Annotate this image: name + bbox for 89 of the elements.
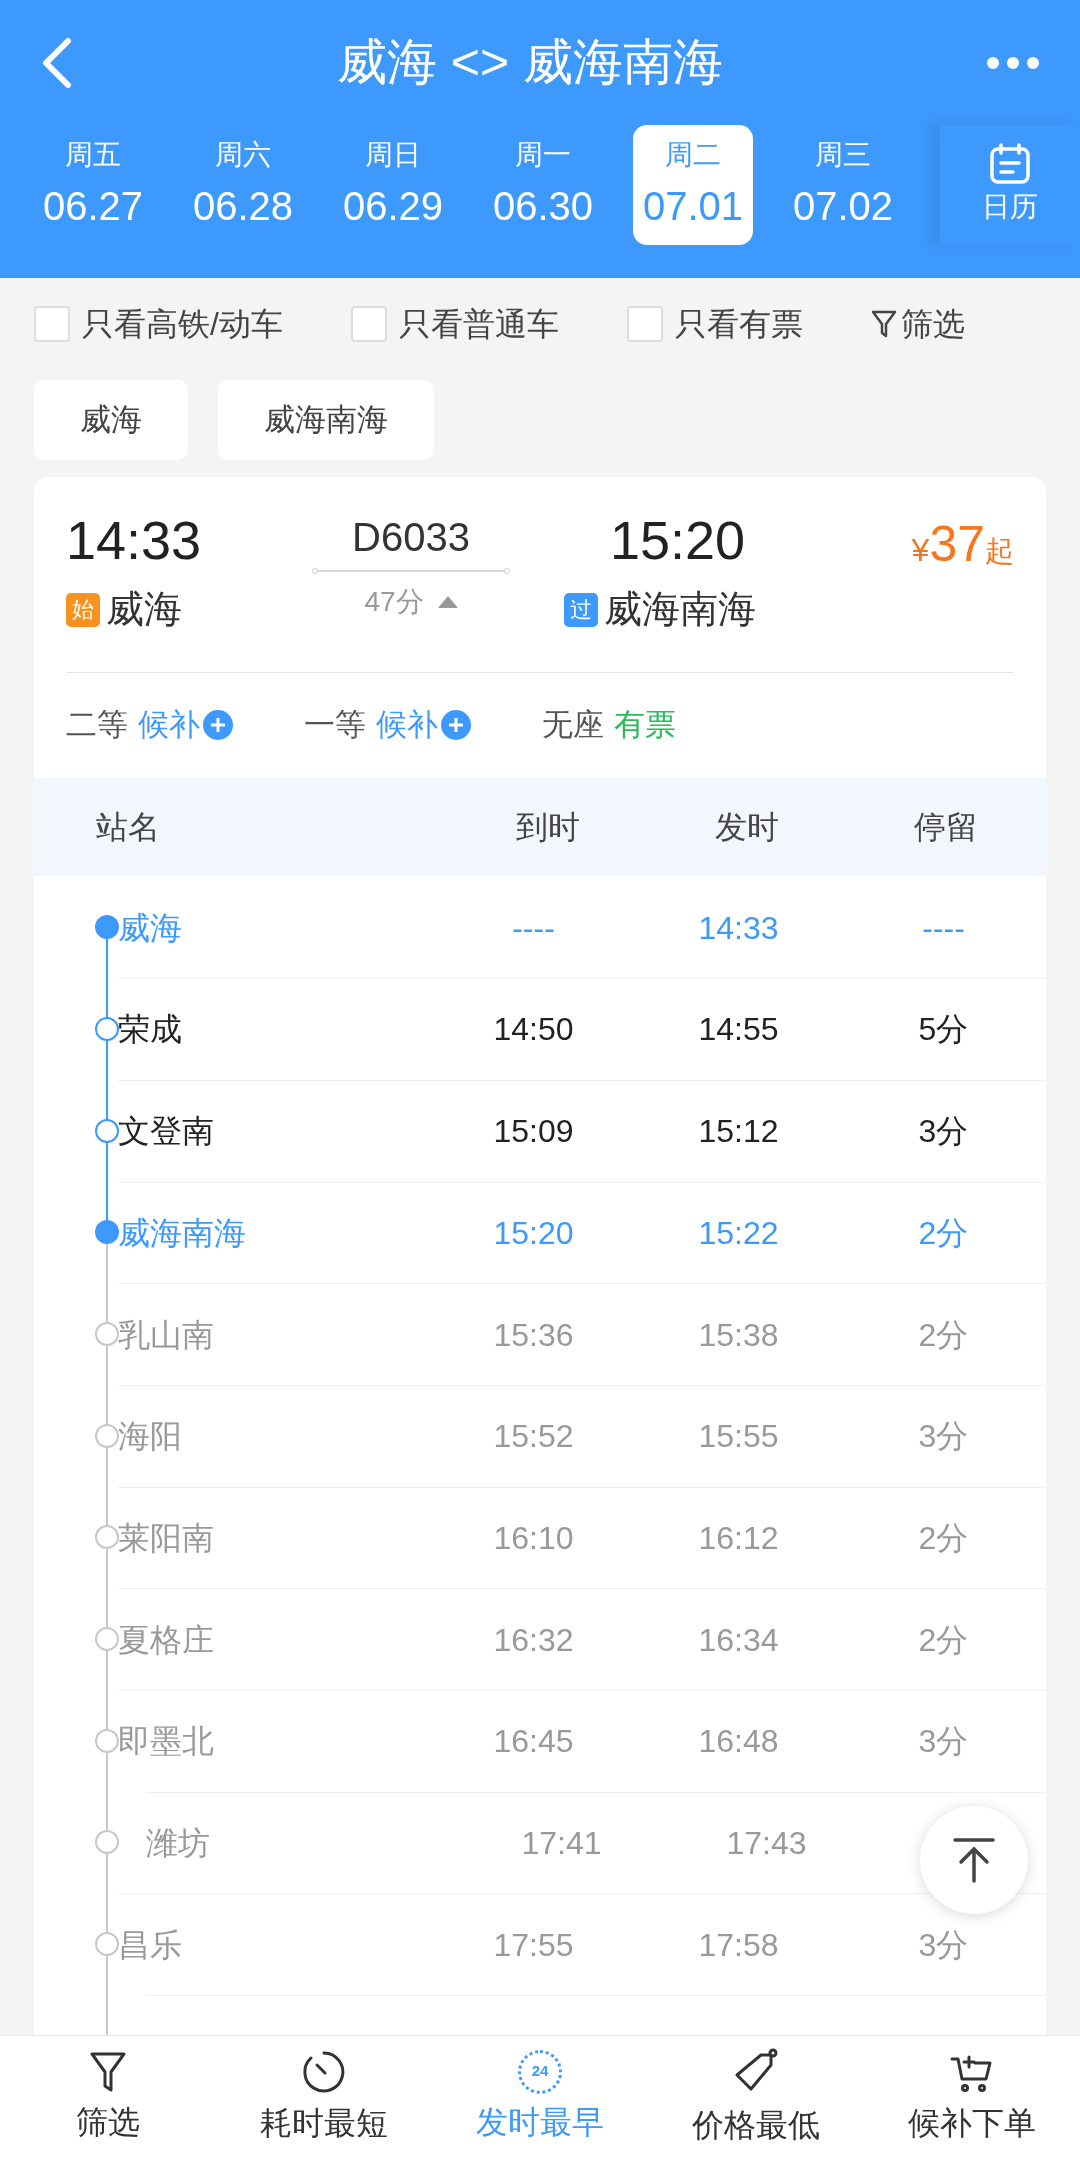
date-tab[interactable]: 周六 06.28 <box>183 125 303 245</box>
nav-tab[interactable]: 24 发时最早 <box>432 2036 648 2159</box>
pass-badge: 过 <box>564 592 598 627</box>
depart-cell-text: 16:48 <box>697 1722 780 1762</box>
depart-cell-text: 15:38 <box>697 1315 780 1355</box>
stop-duration: 5分 <box>917 1010 970 1050</box>
filter-checkbox[interactable]: 只看高铁/动车 <box>34 300 283 348</box>
clock-icon: 24 <box>518 2049 562 2094</box>
depart-cell-text: 15:12 <box>697 1112 780 1152</box>
stop-duration: 3分 <box>917 1925 970 1965</box>
price: ¥37起 <box>911 515 1014 573</box>
arrive-cell-text: 15:52 <box>492 1417 575 1457</box>
depart-cell-text: 17:43 <box>725 1823 808 1863</box>
arrive-cell-text: 16:10 <box>492 1518 575 1558</box>
date-tab[interactable]: 周日 06.29 <box>333 125 453 245</box>
nav-tab[interactable]: 筛选 <box>0 2036 216 2159</box>
nav-tab[interactable]: 耗时最短 <box>216 2036 432 2159</box>
date-tab[interactable]: 周二 07.01 <box>633 125 753 245</box>
station-name: 荣成 <box>118 1010 183 1050</box>
seat-class: 一等 <box>304 705 366 744</box>
stop-duration: 2分 <box>917 1213 970 1253</box>
depart-station: 威海 <box>106 587 182 632</box>
station-name: 文登南 <box>118 1112 215 1152</box>
waitlist-button[interactable]: 候补 <box>138 701 234 749</box>
arrive-cell-text: 15:20 <box>492 1213 575 1253</box>
arrive-cell-text: 16:45 <box>492 1722 575 1762</box>
depart-cell-text: 15:22 <box>697 1213 780 1253</box>
train-number: D6033 <box>352 514 470 561</box>
arrive-cell-text: ---- <box>511 908 556 948</box>
station-name: 海阳 <box>118 1417 183 1457</box>
stop-duration: ---- <box>921 908 966 948</box>
filter-checkbox[interactable]: 只看有票 <box>626 300 803 348</box>
date-tab[interactable]: 周一 06.30 <box>483 125 603 245</box>
arrive-time: 15:20 <box>609 509 747 572</box>
filter-checkbox[interactable]: 只看普通车 <box>350 300 559 348</box>
duration-toggle[interactable]: 47分 <box>364 581 458 623</box>
calendar-button[interactable]: 日历 <box>940 125 1080 245</box>
date-tab[interactable]: 周三 07.02 <box>783 125 903 245</box>
nav-tab[interactable]: 价格最低 <box>648 2036 864 2159</box>
station-name: 威海 <box>118 908 183 948</box>
stop-duration: 2分 <box>917 1315 970 1355</box>
depart-cell-text: 17:58 <box>697 1925 780 1965</box>
column-header: 到时 <box>515 808 582 848</box>
column-header: 站名 <box>95 808 161 848</box>
arrive-cell-text: 17:41 <box>520 1823 603 1863</box>
arrive-cell-text: 16:32 <box>492 1620 575 1660</box>
arrive-cell-text: 17:55 <box>492 1925 575 1965</box>
depart-cell-text: 15:55 <box>697 1417 780 1457</box>
back-icon[interactable] <box>40 36 74 89</box>
column-header: 发时 <box>714 808 781 848</box>
window-title: 威海 <> 威海南海 <box>335 33 725 92</box>
more-icon[interactable] <box>986 55 1040 70</box>
arrow-up-icon <box>953 1837 995 1884</box>
plus-icon <box>440 709 472 742</box>
stop-duration: 3分 <box>917 1722 970 1762</box>
depart-cell-text: 16:12 <box>697 1518 780 1558</box>
seat-class: 无座 <box>542 705 604 744</box>
plus-icon <box>202 709 234 742</box>
station-name: 乳山南 <box>118 1315 215 1355</box>
stop-duration: 2分 <box>917 1620 970 1660</box>
stop-duration: 2分 <box>917 1518 970 1558</box>
depart-time: 14:33 <box>66 509 203 572</box>
station-name: 莱阳南 <box>118 1518 215 1558</box>
seat-status: 有票 <box>614 705 676 744</box>
filter-icon <box>870 310 897 338</box>
nav-tab[interactable]: 候补下单 <box>864 2036 1080 2159</box>
station-name: 威海南海 <box>118 1213 247 1253</box>
date-tab[interactable]: 周五 06.27 <box>33 125 153 245</box>
calendar-icon <box>988 142 1032 186</box>
waitlist-button[interactable]: 候补 <box>376 701 472 749</box>
station-chip[interactable]: 威海南海 <box>218 380 434 460</box>
seat-class: 二等 <box>66 705 128 744</box>
station-name: 夏格庄 <box>118 1620 215 1660</box>
arrive-cell-text: 15:36 <box>492 1315 575 1355</box>
station-chip[interactable]: 威海 <box>34 380 188 460</box>
arrive-station: 威海南海 <box>604 587 756 632</box>
filter-button[interactable]: 筛选 <box>870 300 965 348</box>
station-name: 即墨北 <box>118 1722 215 1762</box>
stop-duration: 3分 <box>917 1417 970 1457</box>
depart-cell-text: 14:33 <box>697 908 780 948</box>
stop-duration: 3分 <box>917 1112 970 1152</box>
arrive-cell-text: 15:09 <box>492 1112 575 1152</box>
arrive-cell-text: 14:50 <box>492 1010 575 1050</box>
column-header: 停留 <box>913 808 980 848</box>
depart-cell-text: 16:34 <box>697 1620 780 1660</box>
station-name: 潍坊 <box>146 1823 211 1863</box>
origin-badge: 始 <box>66 592 100 627</box>
station-name: 昌乐 <box>118 1925 183 1965</box>
depart-cell-text: 14:55 <box>697 1010 780 1050</box>
